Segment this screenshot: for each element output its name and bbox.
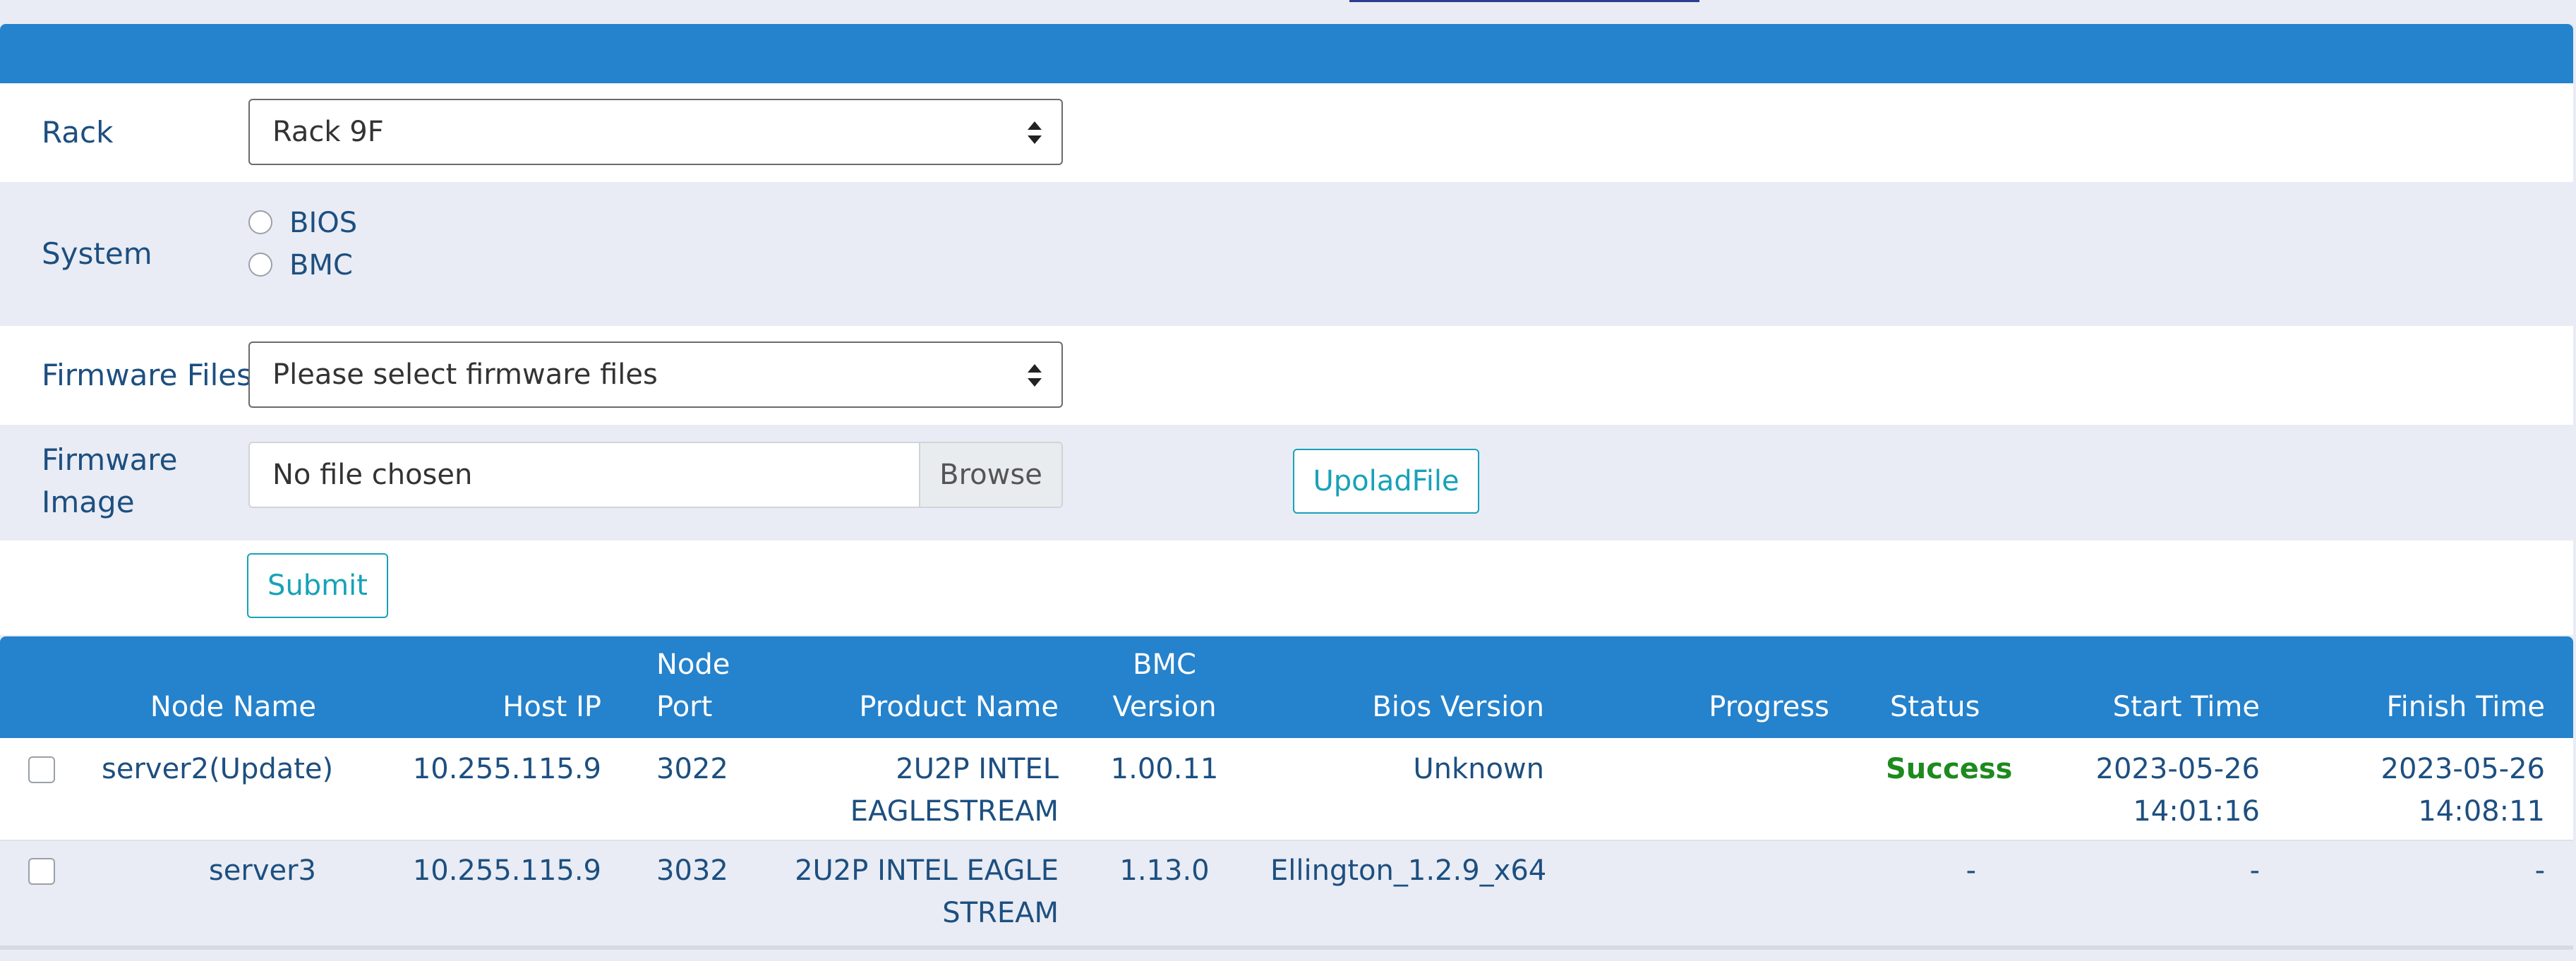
firmware-files-select-value: Please select firmware files (272, 358, 658, 391)
file-input-text: No file chosen (272, 459, 473, 491)
cell-start-time-time: 14:01:16 (2133, 795, 2260, 828)
bios-radio-label: BIOS (289, 207, 358, 239)
panel-header (0, 24, 2573, 83)
header-finish-time[interactable]: Finish Time (2315, 686, 2545, 728)
system-label: System (42, 236, 152, 271)
system-row: System BIOS BMC (0, 182, 2573, 326)
cell-start-time-date: 2023-05-26 (2095, 753, 2260, 785)
table-row[interactable]: server2(Update) 10.255.115.9 3022 2U2P I… (0, 738, 2573, 840)
header-progress[interactable]: Progress (1623, 686, 1829, 728)
header-start-time[interactable]: Start Time (2047, 686, 2260, 728)
cell-host-ip: 10.255.115.9 (412, 753, 601, 785)
bmc-radio-label: BMC (289, 249, 353, 282)
cell-node-name: server3 (208, 854, 316, 887)
cell-node-name: server2(Update) (102, 753, 334, 785)
bmc-radio[interactable] (248, 253, 272, 277)
row-checkbox[interactable] (28, 756, 55, 783)
bios-radio[interactable] (248, 210, 272, 234)
browse-button[interactable]: Browse (919, 443, 1061, 507)
cell-node-port: 3032 (656, 854, 728, 887)
cell-product-name-line2: EAGLESTREAM (850, 795, 1059, 828)
cell-start-time: - (2249, 854, 2260, 887)
header-bios-version[interactable]: Bios Version (1270, 686, 1544, 728)
firmware-image-file-input[interactable]: No file chosen Browse (248, 442, 1063, 508)
cell-finish-time-time: 14:08:11 (2418, 795, 2545, 828)
select-caret-icon (1028, 121, 1042, 145)
header-status[interactable]: Status (1890, 686, 1980, 728)
cell-finish-time: - (2534, 854, 2545, 887)
submit-button[interactable]: Submit (247, 553, 388, 618)
cell-bios-version: Ellington_1.2.9_x64 (1270, 854, 1547, 887)
firmware-image-row: Firmware Image No file chosen Browse Upo… (0, 425, 2573, 540)
cell-progress: - (1966, 854, 1976, 887)
header-node-port-line2[interactable]: Port (656, 686, 712, 728)
cell-bmc-version: 1.13.0 (1119, 854, 1210, 887)
header-host-ip[interactable]: Host IP (395, 686, 601, 728)
rack-select[interactable]: Rack 9F (248, 99, 1063, 165)
header-bmc-version-line2[interactable]: Version (1101, 686, 1228, 728)
top-link-underline (1349, 0, 1699, 2)
rack-select-value: Rack 9F (272, 116, 384, 148)
header-product-name[interactable]: Product Name (776, 686, 1059, 728)
upload-file-button[interactable]: UpoladFile (1293, 449, 1479, 514)
cell-product-name-line1: 2U2P INTEL EAGLE (795, 854, 1059, 887)
firmware-update-panel: Rack Rack 9F System BIOS BMC Firmware Fi… (0, 24, 2573, 635)
cell-bmc-version: 1.00.11 (1110, 753, 1219, 785)
node-table: Node Name Host IP Node Port Product Name… (0, 636, 2573, 945)
header-bmc-version-line1[interactable]: BMC (1101, 643, 1228, 686)
cell-finish-time-date: 2023-05-26 (2381, 753, 2545, 785)
table-header: Node Name Host IP Node Port Product Name… (0, 636, 2573, 738)
select-caret-icon (1028, 364, 1042, 388)
firmware-image-label-line2: Image (42, 485, 135, 519)
firmware-files-select[interactable]: Please select firmware files (248, 342, 1063, 408)
rack-row: Rack Rack 9F (0, 83, 2573, 182)
submit-row: Submit (0, 540, 2573, 635)
firmware-image-label-line1: Firmware (42, 442, 178, 477)
header-node-name[interactable]: Node Name (71, 686, 316, 728)
rack-label: Rack (42, 115, 114, 150)
table-row[interactable]: server3 10.255.115.9 3032 2U2P INTEL EAG… (0, 840, 2573, 945)
row-checkbox[interactable] (28, 858, 55, 885)
cell-bios-version: Unknown (1413, 753, 1544, 785)
header-node-port-line1[interactable]: Node (656, 643, 730, 686)
firmware-files-label: Firmware Files (42, 358, 252, 392)
status-badge: Success (1886, 753, 2013, 785)
cell-node-port: 3022 (656, 753, 728, 785)
cell-host-ip: 10.255.115.9 (412, 854, 601, 887)
firmware-files-row: Firmware Files Please select firmware fi… (0, 326, 2573, 425)
cell-product-name-line2: STREAM (942, 897, 1059, 929)
table-bottom-edge (0, 945, 2573, 950)
cell-product-name-line1: 2U2P INTEL (896, 753, 1059, 785)
